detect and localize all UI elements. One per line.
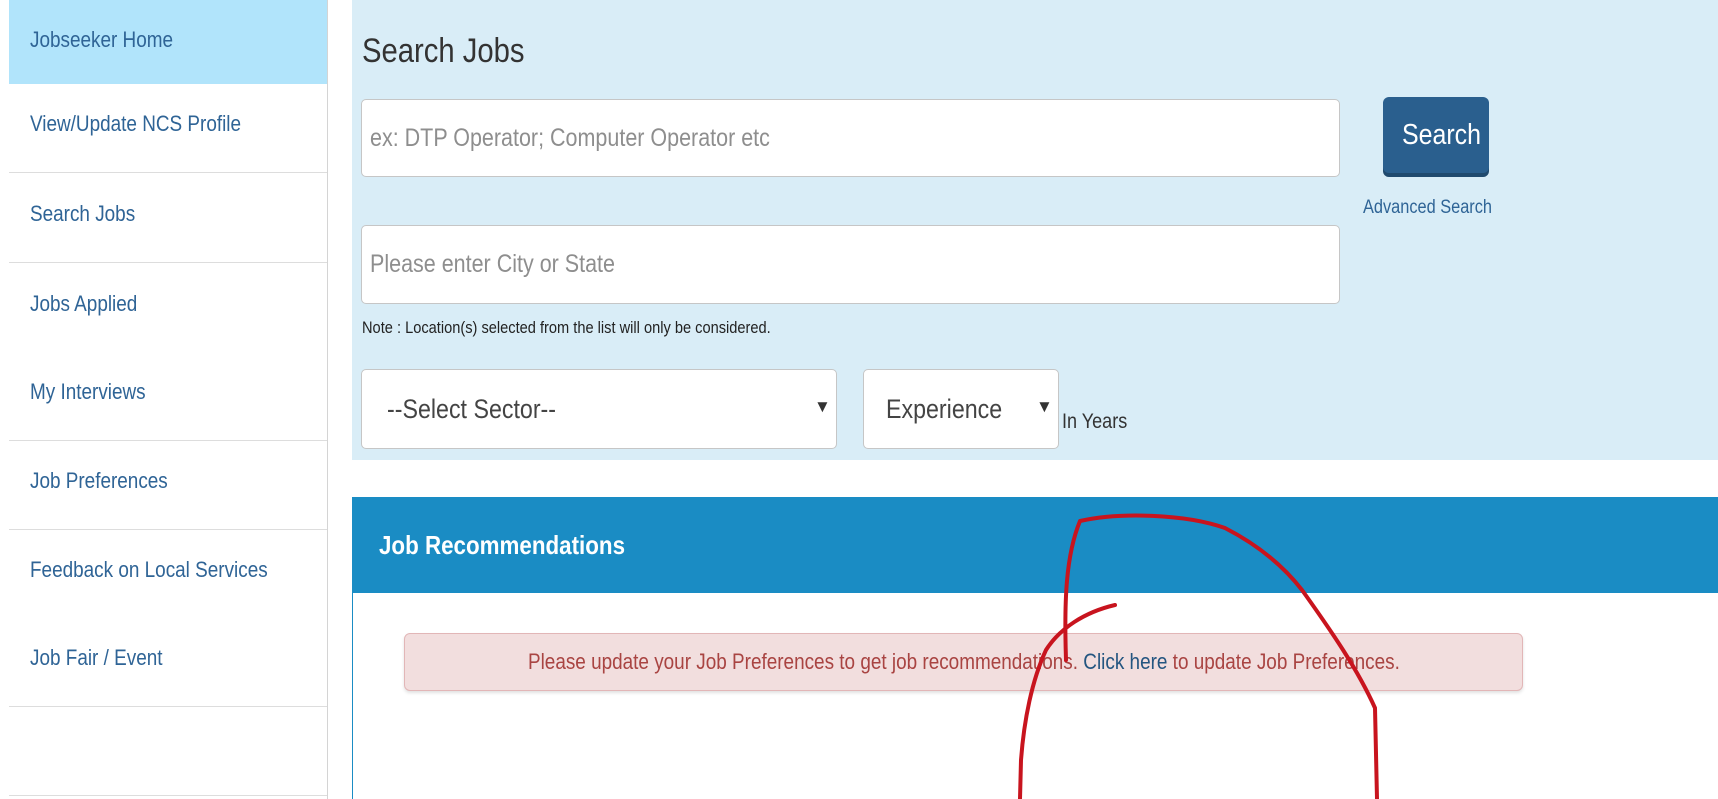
sidebar-item-feedback-local-services[interactable]: Feedback on Local Services: [9, 530, 327, 619]
job-recommendations-title: Job Recommendations: [379, 530, 626, 560]
location-input[interactable]: Please enter City or State: [361, 225, 1340, 304]
keyword-search-input[interactable]: ex: DTP Operator; Computer Operator etc: [361, 99, 1340, 177]
sidebar-item-jobs-applied[interactable]: Jobs Applied: [9, 264, 327, 353]
search-panel-title: Search Jobs: [362, 32, 525, 70]
sidebar-item-label: Jobs Applied: [30, 291, 138, 316]
alert-text-before: Please update your Job Preferences to ge…: [527, 649, 1078, 674]
sidebar-nav: Jobseeker Home View/Update NCS Profile S…: [9, 0, 328, 799]
sidebar-item-label: View/Update NCS Profile: [30, 111, 242, 136]
advanced-search-link[interactable]: Advanced Search: [1363, 197, 1492, 219]
sidebar-item-jobseeker-home[interactable]: Jobseeker Home: [9, 0, 327, 89]
alert-text-after: to update Job Preferences.: [1172, 649, 1400, 674]
sidebar-item-label: Jobseeker Home: [30, 27, 174, 52]
keyword-placeholder: ex: DTP Operator; Computer Operator etc: [370, 124, 770, 152]
sidebar-item-label: My Interviews: [30, 379, 146, 404]
sidebar-item-more[interactable]: [9, 707, 327, 796]
sector-select-value: --Select Sector--: [387, 394, 557, 424]
search-button-label: Search: [1402, 119, 1482, 151]
location-placeholder: Please enter City or State: [370, 250, 615, 278]
sidebar-item-search-jobs[interactable]: Search Jobs: [9, 174, 327, 263]
chevron-down-icon: ▼: [814, 397, 831, 416]
sidebar-item-label: Job Fair / Event: [30, 645, 163, 670]
experience-select-value: Experience: [886, 394, 1003, 424]
chevron-down-icon: ▼: [1036, 397, 1053, 416]
search-button[interactable]: Search: [1383, 97, 1489, 177]
job-recommendations-header: Job Recommendations: [353, 497, 1718, 593]
years-label: In Years: [1062, 410, 1128, 433]
experience-select[interactable]: Experience ▼: [863, 369, 1059, 449]
job-recommendations-panel: Job Recommendations Please update your J…: [352, 497, 1718, 799]
sidebar-item-label: Feedback on Local Services: [30, 557, 268, 582]
search-jobs-panel: Search Jobs ex: DTP Operator; Computer O…: [352, 0, 1718, 460]
click-here-link[interactable]: Click here: [1083, 649, 1167, 674]
sidebar-item-job-preferences[interactable]: Job Preferences: [9, 441, 327, 530]
sidebar-item-view-update-profile[interactable]: View/Update NCS Profile: [9, 84, 327, 173]
location-note: Note : Location(s) selected from the lis…: [362, 318, 771, 337]
sidebar-item-label: Job Preferences: [30, 468, 168, 493]
sidebar-item-label: Search Jobs: [30, 201, 136, 226]
update-preferences-alert: Please update your Job Preferences to ge…: [404, 633, 1523, 691]
sector-select[interactable]: --Select Sector-- ▼: [361, 369, 837, 449]
sidebar-item-job-fair-event[interactable]: Job Fair / Event: [9, 618, 327, 707]
sidebar-item-my-interviews[interactable]: My Interviews: [9, 352, 327, 441]
